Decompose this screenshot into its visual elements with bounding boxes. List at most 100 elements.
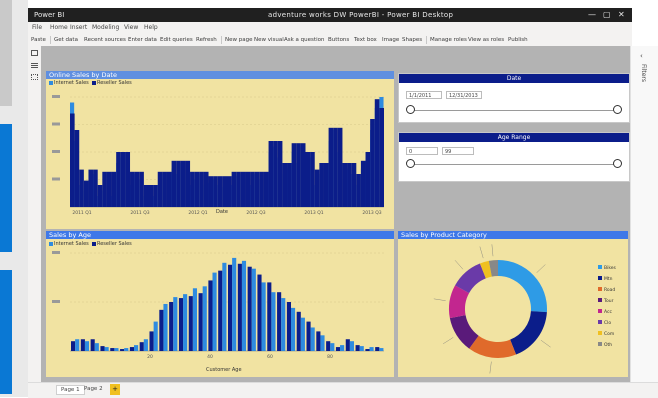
- close-icon[interactable]: ✕: [618, 10, 625, 19]
- bar-reseller-sales: [320, 335, 325, 351]
- shapes-button[interactable]: Shapes: [402, 37, 422, 43]
- bar-reseller-sales: [241, 260, 247, 351]
- menu-bar: File Home Insert Modeling View Help: [28, 22, 632, 34]
- bar-internet-sales: [263, 171, 269, 207]
- bar-reseller-sales: [153, 321, 158, 351]
- bar-internet-sales: [129, 347, 134, 351]
- y-tick-label: [52, 150, 60, 153]
- slicer-handle-end[interactable]: [613, 105, 622, 114]
- bar-internet-sales: [314, 169, 320, 207]
- x-tick-label: 80: [327, 354, 333, 360]
- add-page-button[interactable]: +: [110, 384, 120, 395]
- divider: [50, 36, 51, 44]
- bar-internet-sales: [296, 311, 301, 351]
- menu-insert[interactable]: Insert: [70, 24, 87, 31]
- bar-reseller-sales: [359, 346, 364, 351]
- desktop-panel-top: [0, 0, 12, 106]
- bar-internet-sales: [333, 127, 338, 207]
- category-donut-chart[interactable]: Bikes Mtn Road Tour Acc Clo Com Oth: [398, 241, 628, 377]
- bar-internet-sales: [120, 349, 125, 351]
- ask-question-button[interactable]: Ask a question: [284, 37, 324, 43]
- bar-internet-sales: [213, 176, 218, 207]
- slicer-from-input[interactable]: 0: [406, 147, 438, 155]
- recent-sources-button[interactable]: Recent sources: [84, 37, 126, 43]
- slicer-to-input[interactable]: 99: [442, 147, 474, 155]
- view-as-roles-button[interactable]: View as roles: [468, 37, 504, 43]
- enter-data-button[interactable]: Enter data: [128, 37, 157, 43]
- maximize-icon[interactable]: ▢: [603, 10, 611, 19]
- bar-internet-sales: [139, 342, 144, 351]
- filters-pane-collapsed[interactable]: Filters ‹: [630, 46, 658, 382]
- bar-internet-sales: [180, 160, 186, 207]
- bar-reseller-sales: [202, 286, 207, 351]
- bar-internet-sales: [166, 171, 172, 207]
- bar-internet-sales: [143, 185, 149, 207]
- chart-legend: Internet Sales Reseller Sales: [49, 80, 132, 86]
- panel-sales-by-category[interactable]: Sales by Product Category Bikes Mtn Road To…: [398, 231, 628, 377]
- paste-button[interactable]: Paste: [31, 37, 46, 43]
- bar-internet-sales: [247, 266, 252, 351]
- model-view-icon[interactable]: [31, 74, 38, 80]
- publish-button[interactable]: Publish: [508, 37, 528, 43]
- slicer-handle-start[interactable]: [406, 159, 415, 168]
- collapse-arrow-icon[interactable]: ‹: [640, 52, 643, 60]
- data-view-icon[interactable]: [31, 62, 38, 68]
- bar-internet-sales: [267, 282, 272, 351]
- taskbar-tile-2[interactable]: [0, 270, 12, 394]
- slicer-age[interactable]: Age Range 0 99: [398, 132, 630, 182]
- x-tick-label: 20: [147, 354, 153, 360]
- sales-by-age-chart[interactable]: 20 40 60 80: [46, 247, 394, 377]
- edit-queries-button[interactable]: Edit queries: [160, 37, 193, 43]
- new-page-button[interactable]: New page: [225, 37, 252, 43]
- text-box-button[interactable]: Text box: [354, 37, 377, 43]
- bar-internet-sales: [80, 339, 85, 351]
- get-data-button[interactable]: Get data: [54, 37, 78, 43]
- slicer-to-input[interactable]: 12/31/2013: [446, 91, 482, 99]
- slicer-date[interactable]: Date 1/1/2011 12/31/2013: [398, 73, 630, 123]
- bar-internet-sales: [245, 171, 251, 207]
- bar-internet-sales: [120, 152, 126, 207]
- refresh-button[interactable]: Refresh: [196, 37, 217, 43]
- slicer-from-input[interactable]: 1/1/2011: [406, 91, 442, 99]
- bar-internet-sales: [88, 169, 94, 207]
- menu-help[interactable]: Help: [144, 24, 158, 31]
- slicer-handle-start[interactable]: [406, 105, 415, 114]
- legend-label: Reseller Sales: [96, 80, 132, 86]
- bar-internet-sales: [139, 171, 144, 207]
- menu-file[interactable]: File: [32, 24, 42, 31]
- bar-internet-sales: [70, 113, 75, 207]
- new-visual-button[interactable]: New visual: [254, 37, 284, 43]
- bar-reseller-sales: [290, 307, 296, 351]
- legend-label: Mtn: [604, 276, 613, 282]
- taskbar-tile-1[interactable]: [0, 124, 12, 252]
- x-axis-title: Customer Age: [206, 367, 242, 373]
- panel-sales-by-age[interactable]: Sales by Age Internet Sales Reseller Sal…: [46, 231, 394, 377]
- slicer-title: Age Range: [399, 133, 629, 142]
- buttons-button[interactable]: Buttons: [328, 37, 349, 43]
- manage-roles-button[interactable]: Manage roles: [430, 37, 467, 43]
- bar-internet-sales: [185, 160, 191, 207]
- menu-view[interactable]: View: [124, 24, 138, 31]
- bar-internet-sales: [345, 339, 350, 351]
- menu-modeling[interactable]: Modeling: [92, 24, 119, 31]
- legend-swatch: [598, 276, 602, 280]
- bar-reseller-sales: [330, 343, 335, 351]
- menu-home[interactable]: Home: [50, 24, 68, 31]
- online-sales-chart[interactable]: 2011 Q1 2011 Q3 2012 Q1 2012 Q3 2013 Q1 2013 …: [46, 89, 394, 229]
- tab-page-1[interactable]: Page 1: [56, 385, 85, 395]
- bar-reseller-sales: [212, 272, 217, 351]
- report-view-icon[interactable]: [31, 50, 38, 56]
- tab-page-2[interactable]: Page 2: [84, 386, 103, 392]
- bar-internet-sales: [149, 331, 154, 351]
- panel-online-sales[interactable]: Online Sales by Date Internet Sales Rese…: [46, 71, 394, 229]
- bar-reseller-sales: [75, 339, 80, 351]
- bar-reseller-sales: [104, 347, 109, 351]
- bar-reseller-sales: [222, 262, 227, 351]
- image-button[interactable]: Image: [382, 37, 399, 43]
- slicer-handle-end[interactable]: [613, 159, 622, 168]
- minimize-icon[interactable]: —: [588, 10, 596, 19]
- bar-internet-sales: [273, 141, 278, 207]
- legend-swatch: [598, 287, 602, 291]
- bar-internet-sales: [116, 152, 121, 207]
- bar-reseller-sales: [124, 348, 129, 351]
